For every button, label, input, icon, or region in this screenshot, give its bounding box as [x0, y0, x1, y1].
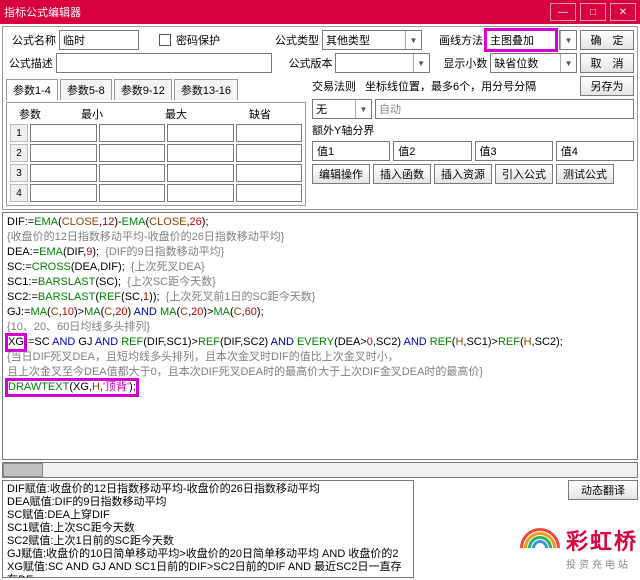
- description-panel: DIF赋值:收盘价的12日指数移动平均-收盘价的26日指数移动平均DEA赋值:D…: [2, 480, 414, 578]
- p1-def[interactable]: [236, 124, 303, 142]
- param-hdr-min: 最小: [50, 106, 134, 122]
- p1-min[interactable]: [99, 124, 166, 142]
- p2-def[interactable]: [236, 144, 303, 162]
- tab-params-1-4[interactable]: 参数1-4: [6, 79, 58, 100]
- chevron-down-icon: ▼: [560, 54, 576, 72]
- val2-input[interactable]: 值2: [393, 141, 471, 161]
- logo: 彩虹桥 投资充电站: [520, 524, 638, 571]
- axis-select[interactable]: 无▼: [312, 99, 372, 119]
- extra-input[interactable]: 自动: [375, 99, 634, 119]
- val1-input[interactable]: 值1: [312, 141, 390, 161]
- import-formula-button[interactable]: 引入公式: [495, 164, 553, 184]
- val3-input[interactable]: 值3: [475, 141, 553, 161]
- val4-input[interactable]: 值4: [556, 141, 634, 161]
- maximize-button[interactable]: □: [580, 3, 606, 21]
- chevron-down-icon: ▼: [560, 31, 576, 49]
- tab-params-13-16[interactable]: 参数13-16: [174, 79, 238, 100]
- window-title: 指标公式编辑器: [4, 4, 546, 20]
- rule-hint: 坐标线位置，最多6个，用分号分隔: [365, 78, 577, 94]
- p3-name[interactable]: [30, 164, 97, 182]
- logo-sub: 投资充电站: [566, 556, 638, 571]
- p4-def[interactable]: [236, 184, 303, 202]
- p2-min[interactable]: [99, 144, 166, 162]
- dec-select[interactable]: 缺省位数▼: [490, 53, 577, 73]
- type-label: 公式类型: [269, 32, 319, 48]
- insert-res-button[interactable]: 插入资源: [434, 164, 492, 184]
- tab-params-5-8[interactable]: 参数5-8: [60, 79, 112, 100]
- cancel-button[interactable]: 取 消: [580, 53, 634, 73]
- chevron-down-icon: ▼: [405, 31, 421, 49]
- name-input[interactable]: 临时: [59, 30, 139, 50]
- params-grid: 参数 最小 最大 缺省 1 2 3 4: [6, 102, 306, 206]
- p3-max[interactable]: [167, 164, 234, 182]
- chevron-down-icon: ▼: [355, 100, 371, 118]
- code-editor[interactable]: DIF:=EMA(CLOSE,12)-EMA(CLOSE,26); {收盘价的1…: [2, 212, 638, 460]
- edit-op-button[interactable]: 编辑操作: [312, 164, 370, 184]
- p3-min[interactable]: [99, 164, 166, 182]
- rainbow-icon: [520, 528, 560, 568]
- extra-y-label: 额外Y轴分界: [312, 122, 374, 138]
- dec-label: 显示小数: [441, 55, 488, 71]
- p4-max[interactable]: [167, 184, 234, 202]
- pwd-label: 密码保护: [176, 32, 220, 48]
- desc-input[interactable]: [56, 53, 272, 73]
- rule-label: 交易法则: [312, 78, 356, 94]
- minimize-button[interactable]: —: [550, 3, 576, 21]
- translate-button[interactable]: 动态翻译: [568, 480, 638, 500]
- chevron-down-icon: ▼: [413, 54, 429, 72]
- scrollbar-thumb[interactable]: [3, 463, 43, 477]
- p1-name[interactable]: [30, 124, 97, 142]
- draw-select-caret[interactable]: ▼: [559, 30, 577, 50]
- draw-select[interactable]: 主图叠加: [486, 30, 556, 50]
- editor-h-scrollbar[interactable]: [2, 462, 638, 478]
- param-hdr-def: 缺省: [218, 106, 302, 122]
- type-select[interactable]: 其他类型▼: [322, 30, 422, 50]
- p4-min[interactable]: [99, 184, 166, 202]
- param-hdr-name: 参数: [10, 106, 50, 122]
- name-label: 公式名称: [6, 32, 56, 48]
- confirm-button[interactable]: 确 定: [580, 30, 634, 50]
- p2-max[interactable]: [167, 144, 234, 162]
- tab-params-9-12[interactable]: 参数9-12: [114, 79, 172, 100]
- saveas-button[interactable]: 另存为: [580, 76, 634, 96]
- close-button[interactable]: ✕: [610, 3, 636, 21]
- p1-max[interactable]: [167, 124, 234, 142]
- logo-title: 彩虹桥: [566, 524, 638, 556]
- p4-name[interactable]: [30, 184, 97, 202]
- ver-label: 公式版本: [286, 55, 333, 71]
- ver-select[interactable]: ▼: [335, 53, 429, 73]
- test-formula-button[interactable]: 测试公式: [556, 164, 614, 184]
- pwd-checkbox[interactable]: [159, 34, 171, 46]
- draw-label: 画线方法: [433, 32, 483, 48]
- desc-label: 公式描述: [6, 55, 53, 71]
- insert-func-button[interactable]: 插入函数: [373, 164, 431, 184]
- p3-def[interactable]: [236, 164, 303, 182]
- param-hdr-max: 最大: [134, 106, 218, 122]
- p2-name[interactable]: [30, 144, 97, 162]
